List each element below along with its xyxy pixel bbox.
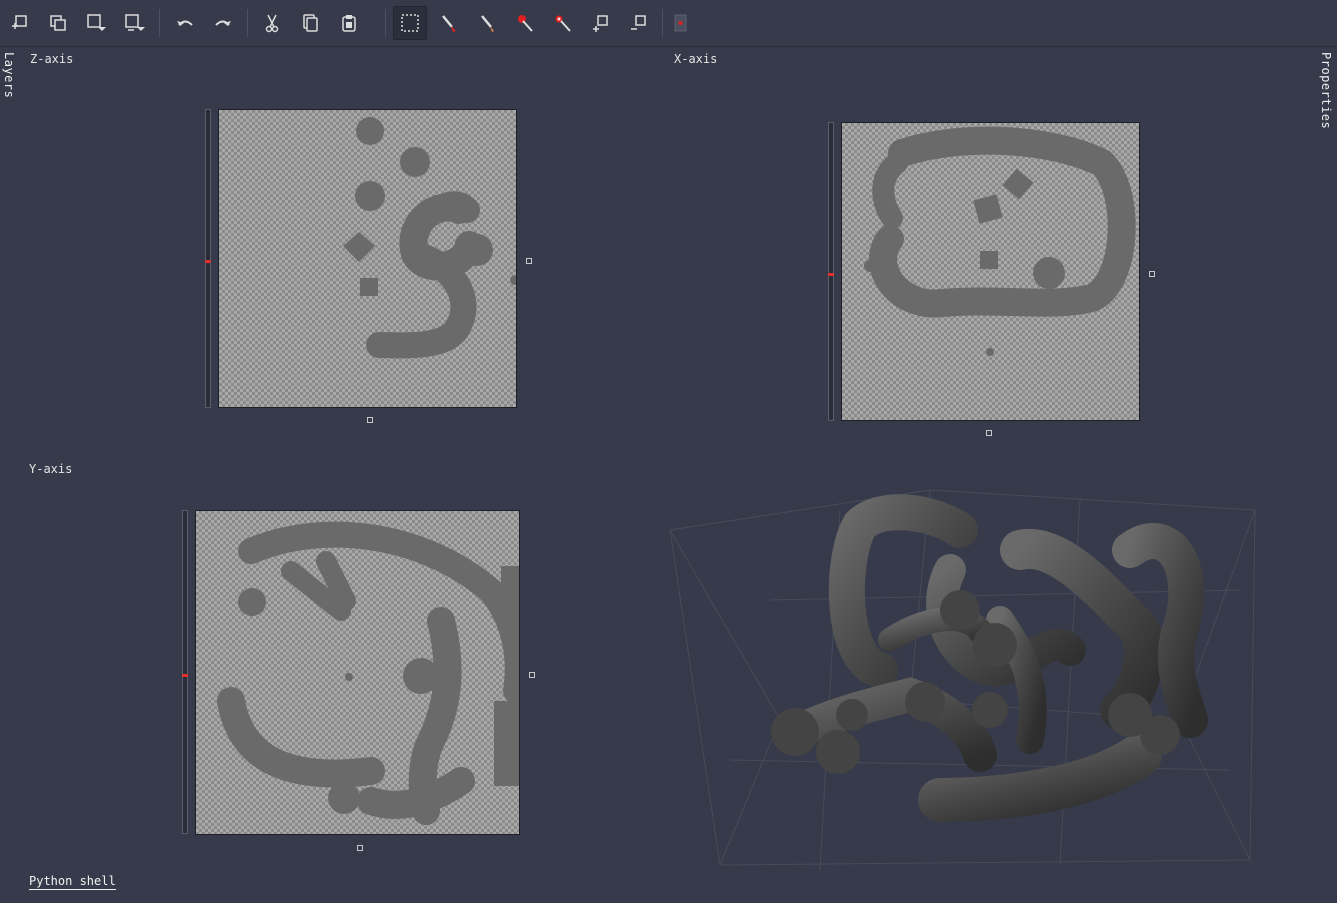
- fill-icon: [518, 15, 533, 32]
- 3d-render: [669, 489, 1256, 871]
- duplicate-layer-button[interactable]: [41, 6, 75, 40]
- z-view-right-handle[interactable]: [526, 258, 532, 264]
- redo-button[interactable]: [206, 6, 240, 40]
- copy-button[interactable]: [293, 6, 327, 40]
- layers-tab[interactable]: Layers: [2, 52, 16, 98]
- toolbar-separator: [247, 9, 248, 37]
- y-view-right-handle[interactable]: [529, 672, 535, 678]
- x-view-right-handle[interactable]: [1149, 271, 1155, 277]
- z-axis-canvas[interactable]: [218, 109, 517, 408]
- toolbar-separator: [385, 9, 386, 37]
- z-axis-segmentation: [343, 117, 516, 359]
- brush-red-button[interactable]: [432, 6, 466, 40]
- y-slice-slider-marker[interactable]: [182, 674, 188, 677]
- cut-button[interactable]: [255, 6, 289, 40]
- new-layer-icon: [12, 15, 27, 29]
- x-slice-slider-marker[interactable]: [828, 273, 834, 276]
- properties-tab[interactable]: Properties: [1319, 52, 1333, 129]
- fill-red-button[interactable]: [508, 6, 542, 40]
- toolbar: [0, 0, 1337, 47]
- z-slice-slider-marker[interactable]: [205, 260, 211, 263]
- paste-button[interactable]: [332, 6, 366, 40]
- zoom-out-icon: [631, 15, 646, 30]
- zoom-in-icon: [593, 15, 608, 32]
- layer-merge-icon: [125, 14, 145, 31]
- 3d-view[interactable]: [660, 470, 1300, 880]
- python-shell-tab[interactable]: Python shell: [29, 874, 116, 890]
- undo-icon: [177, 20, 193, 26]
- y-axis-segmentation: [217, 521, 519, 825]
- brush-icon: [442, 15, 456, 32]
- select-rect-button[interactable]: [393, 6, 427, 40]
- z-view-bottom-handle[interactable]: [367, 417, 373, 423]
- color-picker-icon: [555, 15, 571, 32]
- y-view-bottom-handle[interactable]: [357, 845, 363, 851]
- selection-rect-icon: [401, 14, 419, 32]
- x-slice-slider[interactable]: [828, 122, 834, 421]
- toolbar-separator: [159, 9, 160, 37]
- x-axis-label: X-axis: [674, 52, 718, 66]
- new-layer-button[interactable]: [2, 6, 36, 40]
- x-axis-segmentation: [864, 126, 1136, 356]
- layer-merge-button[interactable]: [117, 6, 151, 40]
- redo-icon: [215, 20, 231, 26]
- y-axis-label: Y-axis: [29, 462, 73, 476]
- undo-button[interactable]: [168, 6, 202, 40]
- pen-button[interactable]: [470, 6, 504, 40]
- layer-down-icon: [87, 14, 106, 31]
- z-slice-slider[interactable]: [205, 109, 211, 408]
- x-axis-canvas[interactable]: [841, 122, 1140, 421]
- y-axis-canvas[interactable]: [195, 510, 520, 835]
- paste-icon: [342, 15, 356, 32]
- z-axis-label: Z-axis: [30, 52, 74, 66]
- layer-down-button[interactable]: [79, 6, 113, 40]
- zoom-in-button[interactable]: [583, 6, 617, 40]
- y-slice-slider[interactable]: [182, 510, 188, 834]
- record-icon: [674, 14, 687, 32]
- duplicate-icon: [50, 15, 66, 31]
- x-view-bottom-handle[interactable]: [986, 430, 992, 436]
- app-window: Layers Properties Z-axis X-axis Y-axis P…: [0, 0, 1337, 903]
- copy-icon: [303, 14, 318, 32]
- record-button[interactable]: [663, 6, 697, 40]
- zoom-out-button[interactable]: [621, 6, 655, 40]
- pen-icon: [481, 15, 494, 32]
- scissors-icon: [265, 14, 279, 33]
- picker-button[interactable]: [546, 6, 580, 40]
